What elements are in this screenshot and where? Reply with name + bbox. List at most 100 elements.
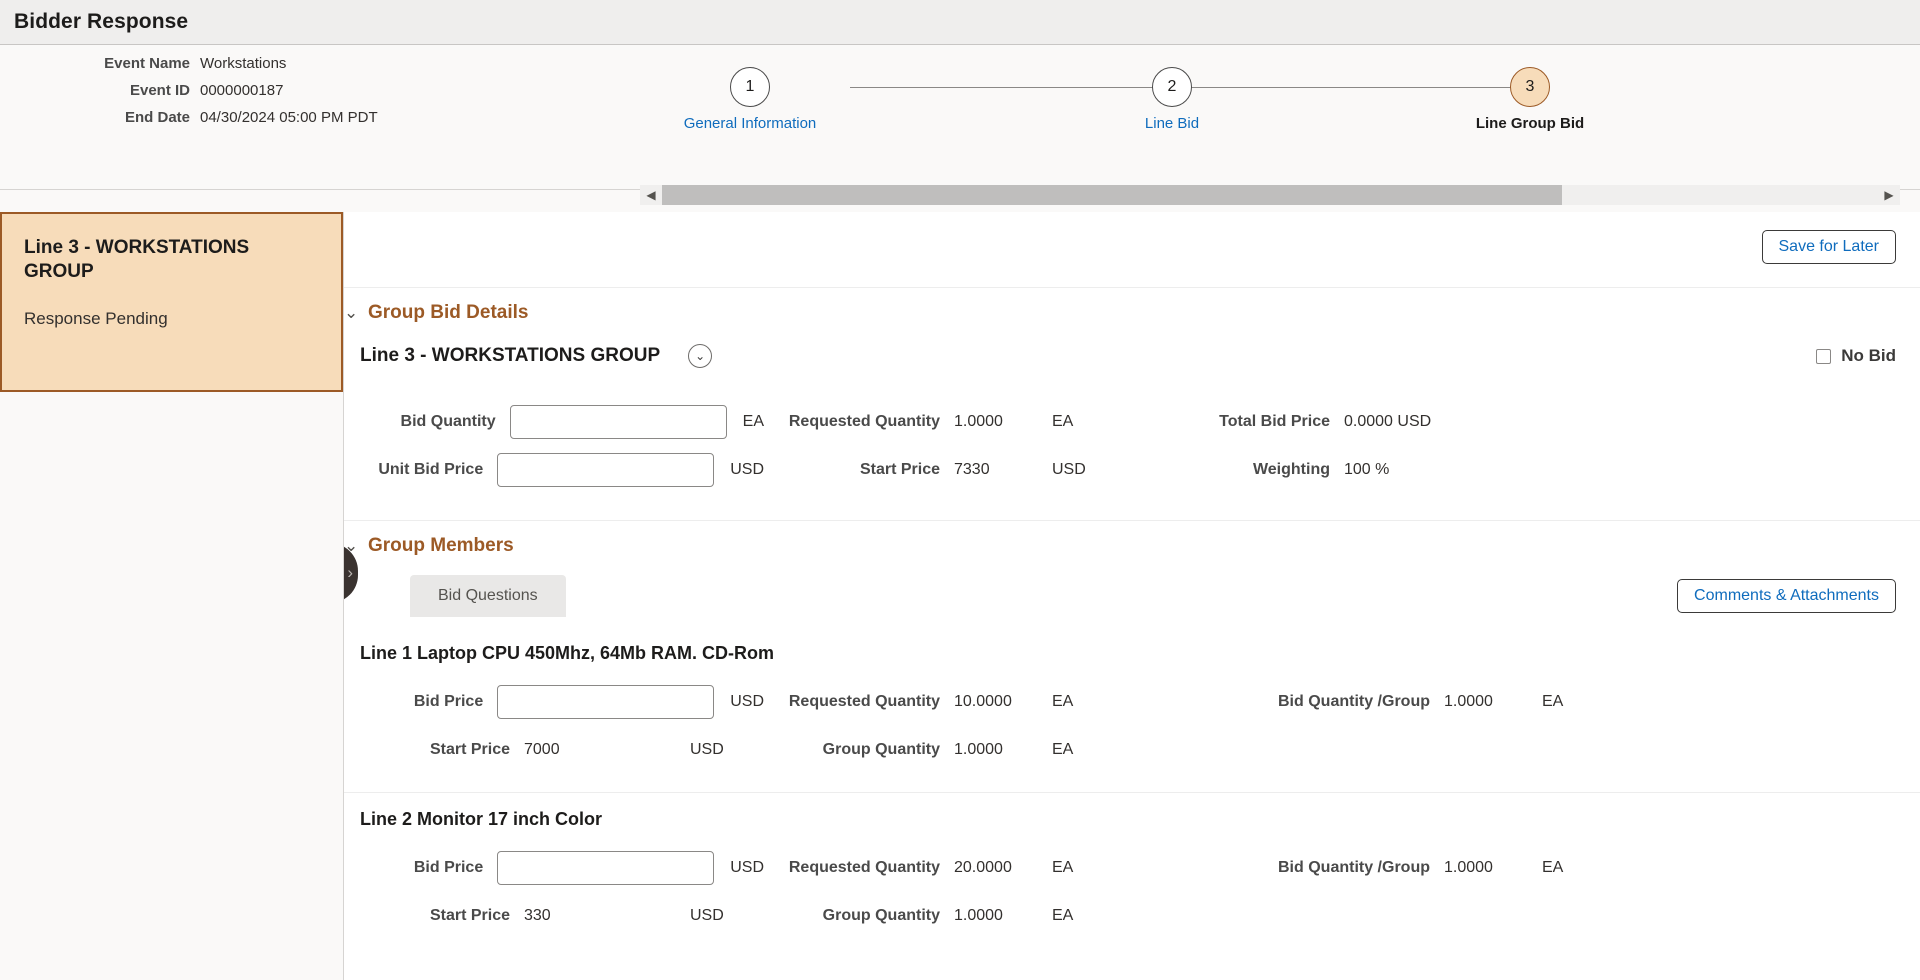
comments-and-attachments-label: Comments & Attachments xyxy=(1694,587,1879,605)
unit-bid-price-row: Unit Bid Price USD xyxy=(344,446,764,494)
step-line-bid[interactable]: 2 Line Bid xyxy=(1062,53,1282,132)
member-bid-quantity-group-value: 1.0000 xyxy=(1444,859,1516,877)
member-requested-quantity-row: Requested Quantity 10.0000 EA xyxy=(764,678,1154,726)
total-bid-price-label: Total Bid Price xyxy=(1154,413,1344,431)
event-id-value: 0000000187 xyxy=(200,82,283,99)
group-line-header-row: Line 3 - WORKSTATIONS GROUP ⌄ No Bid xyxy=(344,336,1920,376)
scroll-left-arrow-icon[interactable]: ◀ xyxy=(640,188,662,202)
step-1-label[interactable]: General Information xyxy=(640,115,860,132)
main-content: Save for Later ⌄ Group Bid Details Line … xyxy=(343,212,1920,980)
member-column-inputs: Bid Price USD Start Price 7000 USD xyxy=(344,678,764,774)
event-name-row: Event Name Workstations xyxy=(0,55,470,77)
expand-collapse-circle-icon[interactable]: ⌄ xyxy=(688,344,712,368)
group-bid-fields: Bid Quantity EA Unit Bid Price USD Requ xyxy=(344,376,1920,520)
unit-bid-price-input[interactable] xyxy=(497,453,714,487)
bid-quantity-input[interactable] xyxy=(510,405,727,439)
member-column-quantities: Requested Quantity 20.0000 EA Group Quan… xyxy=(764,844,1154,940)
chevron-right-icon: › xyxy=(347,563,353,583)
start-price-value: 7330 xyxy=(954,461,1026,479)
start-price-label: Start Price xyxy=(764,461,954,479)
member-start-price-value: 330 xyxy=(524,907,674,925)
sidebar: Line 3 - WORKSTATIONS GROUP Response Pen… xyxy=(0,212,343,980)
step-3-label: Line Group Bid xyxy=(1420,115,1640,132)
member-start-price-row: Start Price 330 USD xyxy=(344,892,764,940)
member-bid-price-uom: USD xyxy=(730,859,764,877)
sidebar-card-title: Line 3 - WORKSTATIONS GROUP xyxy=(24,236,319,285)
event-id-label: Event ID xyxy=(0,82,200,99)
member-group-quantity-value: 1.0000 xyxy=(954,741,1026,759)
unit-bid-price-uom: USD xyxy=(730,461,764,479)
event-id-row: Event ID 0000000187 xyxy=(0,82,470,104)
member-requested-quantity-value: 10.0000 xyxy=(954,693,1026,711)
member-bid-price-row: Bid Price USD xyxy=(344,844,764,892)
member-title: Line 1 Laptop CPU 450Mhz, 64Mb RAM. CD-R… xyxy=(344,627,1920,664)
member-group-quantity-label: Group Quantity xyxy=(764,741,954,759)
chevron-down-icon[interactable]: ⌄ xyxy=(344,303,360,323)
member-requested-quantity-label: Requested Quantity xyxy=(764,859,954,877)
scrollbar-track[interactable] xyxy=(662,185,1878,205)
group-members-toolbar: Bid Questions Comments & Attachments xyxy=(344,569,1920,627)
tab-bid-questions-label: Bid Questions xyxy=(438,587,538,604)
total-bid-price-value: 0.0000 USD xyxy=(1344,413,1431,431)
member-start-price-uom: USD xyxy=(690,907,724,925)
start-price-row: Start Price 7330 USD xyxy=(764,446,1154,494)
member-bid-quantity-group-label: Bid Quantity /Group xyxy=(1154,693,1444,711)
bid-quantity-label: Bid Quantity xyxy=(344,413,510,431)
member-group-quantity-row: Group Quantity 1.0000 EA xyxy=(764,892,1154,940)
group-members-header[interactable]: ⌄ Group Members xyxy=(343,521,1920,569)
member-bid-price-row: Bid Price USD xyxy=(344,678,764,726)
member-column-quantities: Requested Quantity 10.0000 EA Group Quan… xyxy=(764,678,1154,774)
member-bid-quantity-group-uom: EA xyxy=(1542,859,1563,877)
bid-quantity-uom: EA xyxy=(743,413,764,431)
save-for-later-button[interactable]: Save for Later xyxy=(1762,230,1897,264)
member-bid-price-input[interactable] xyxy=(497,851,714,885)
group-members-title: Group Members xyxy=(368,535,514,557)
comments-and-attachments-button[interactable]: Comments & Attachments xyxy=(1677,579,1896,613)
member-group-quantity-label: Group Quantity xyxy=(764,907,954,925)
member-bid-quantity-group-uom: EA xyxy=(1542,693,1563,711)
step-general-information[interactable]: 1 General Information xyxy=(640,53,860,132)
event-name-label: Event Name xyxy=(0,55,200,72)
bid-quantity-row: Bid Quantity EA xyxy=(344,398,764,446)
page-body: Line 3 - WORKSTATIONS GROUP Response Pen… xyxy=(0,212,1920,980)
scroll-right-arrow-icon[interactable]: ▶ xyxy=(1878,188,1900,202)
member-start-price-label: Start Price xyxy=(344,907,524,925)
event-info-block: Event Name Workstations Event ID 0000000… xyxy=(0,55,470,136)
member-requested-quantity-uom: EA xyxy=(1052,859,1073,877)
no-bid-checkbox-group[interactable]: No Bid xyxy=(1816,346,1896,366)
member-fields: Bid Price USD Start Price 7000 USD xyxy=(344,664,1920,780)
member-requested-quantity-label: Requested Quantity xyxy=(764,693,954,711)
member-start-price-row: Start Price 7000 USD xyxy=(344,726,764,774)
requested-quantity-row: Requested Quantity 1.0000 EA xyxy=(764,398,1154,446)
start-price-uom: USD xyxy=(1052,461,1086,479)
requested-quantity-uom: EA xyxy=(1052,413,1073,431)
end-date-value: 04/30/2024 05:00 PM PDT xyxy=(200,109,378,126)
member-start-price-label: Start Price xyxy=(344,741,524,759)
stepper-horizontal-scrollbar[interactable]: ◀ ▶ xyxy=(640,185,1900,205)
tab-bid-questions[interactable]: Bid Questions xyxy=(410,575,566,617)
member-bid-price-uom: USD xyxy=(730,693,764,711)
member-bid-quantity-group-label: Bid Quantity /Group xyxy=(1154,859,1444,877)
step-1-number: 1 xyxy=(730,67,770,107)
wizard-stepper: 1 General Information 2 Line Bid 3 Line … xyxy=(620,53,1920,143)
member-title: Line 2 Monitor 17 inch Color xyxy=(344,793,1920,830)
event-header-band: Event Name Workstations Event ID 0000000… xyxy=(0,45,1920,190)
save-bar: Save for Later xyxy=(344,212,1920,287)
step-line-group-bid[interactable]: 3 Line Group Bid xyxy=(1420,53,1640,132)
step-2-label[interactable]: Line Bid xyxy=(1062,115,1282,132)
requested-quantity-label: Requested Quantity xyxy=(764,413,954,431)
no-bid-checkbox[interactable] xyxy=(1816,349,1831,364)
member-group-quantity-value: 1.0000 xyxy=(954,907,1026,925)
requested-quantity-value: 1.0000 xyxy=(954,413,1026,431)
member-requested-quantity-uom: EA xyxy=(1052,693,1073,711)
group-bid-details-header[interactable]: ⌄ Group Bid Details xyxy=(343,288,1920,336)
member-bid-price-input[interactable] xyxy=(497,685,714,719)
member-bid-quantity-group-row: Bid Quantity /Group 1.0000 EA xyxy=(1154,678,1920,726)
member-bid-price-label: Bid Price xyxy=(344,693,497,711)
scrollbar-thumb[interactable] xyxy=(662,185,1562,205)
member-start-price-uom: USD xyxy=(690,741,724,759)
sidebar-item-line-3-workstations-group[interactable]: Line 3 - WORKSTATIONS GROUP Response Pen… xyxy=(0,212,343,392)
list-item: Line 2 Monitor 17 inch Color Bid Price U… xyxy=(344,792,1920,958)
page-title: Bidder Response xyxy=(14,10,188,34)
event-name-value: Workstations xyxy=(200,55,286,72)
